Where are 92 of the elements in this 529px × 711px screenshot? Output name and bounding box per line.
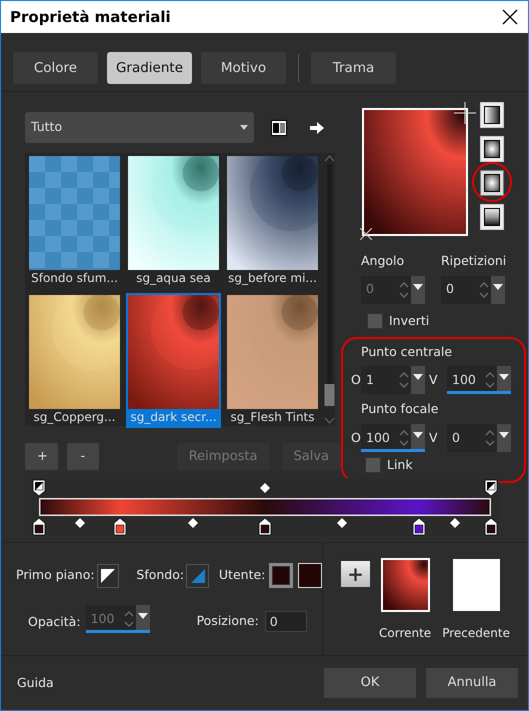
tab[interactable]: Trama — [311, 52, 396, 84]
gradient-type-button[interactable] — [480, 102, 504, 128]
number-field[interactable]: 100 — [447, 366, 483, 394]
swatch-label: Precedente — [442, 625, 510, 642]
midpoint-marker[interactable] — [450, 518, 460, 528]
color-stop[interactable] — [258, 517, 272, 536]
caret-icon — [413, 374, 423, 380]
list-icon[interactable] — [271, 120, 287, 136]
number-field[interactable]: 0 — [447, 424, 483, 452]
caret-icon — [493, 284, 503, 290]
opacity-stop[interactable] — [32, 479, 46, 497]
axis-label: O — [351, 371, 361, 390]
background-swatch[interactable] — [186, 564, 209, 588]
color-swatch[interactable] — [272, 566, 290, 585]
spin-arrows-icon[interactable] — [122, 605, 136, 633]
category-dropdown[interactable]: Tutto — [25, 112, 254, 143]
color-stop[interactable] — [32, 517, 46, 536]
gradient-type-button[interactable] — [480, 136, 504, 162]
caret-icon — [499, 432, 509, 438]
number-field[interactable]: 100 — [361, 424, 397, 452]
gallery-item[interactable]: sg_Flesh Tints — [225, 293, 320, 428]
caret-icon — [138, 613, 148, 619]
gradient-bar[interactable] — [39, 498, 491, 516]
axis-label: V — [429, 429, 439, 447]
caret-icon — [413, 284, 423, 290]
caret-icon — [499, 374, 509, 380]
dropdown-button[interactable] — [497, 366, 511, 394]
section-label: Punto focale — [361, 400, 440, 418]
dropdown-button[interactable] — [411, 366, 425, 394]
field-label: Utente: — [218, 566, 266, 584]
tab[interactable]: Colore — [13, 52, 98, 84]
gradient-type-button[interactable] — [480, 170, 504, 196]
dialog-button[interactable]: OK — [324, 668, 416, 698]
dropdown-button[interactable] — [136, 605, 150, 633]
field-label: Ripetizioni — [441, 252, 506, 270]
triangle-icon — [190, 568, 204, 582]
gallery-item[interactable]: sg_aqua sea — [126, 154, 221, 289]
dropdown-button[interactable] — [497, 424, 511, 452]
color-stop[interactable] — [484, 517, 498, 536]
field-label: Angolo — [361, 252, 406, 270]
tab[interactable]: Gradiente — [107, 52, 192, 84]
opacity-stop[interactable] — [484, 479, 498, 497]
midpoint-marker[interactable] — [74, 518, 85, 528]
color-stop[interactable] — [113, 517, 128, 536]
scroll-up-icon[interactable] — [324, 154, 335, 162]
dialog-button[interactable]: Annulla — [426, 668, 518, 698]
dropdown-button[interactable] — [411, 424, 425, 452]
foreground-swatch[interactable] — [96, 564, 120, 588]
caret-icon — [413, 432, 423, 438]
field-label: Primo piano: — [16, 566, 95, 584]
field-label: Sfondo: — [136, 566, 184, 584]
midpoint-marker[interactable] — [188, 518, 198, 528]
gallery-item[interactable]: sg_before mi... — [225, 154, 320, 289]
triangle-icon — [100, 568, 115, 582]
number-field[interactable]: 0 — [441, 276, 477, 304]
field-label: Posizione: — [196, 612, 259, 630]
gallery-item[interactable]: Sfondo sfum... — [27, 154, 122, 289]
spin-arrows-icon[interactable] — [483, 366, 497, 394]
scroll-down-icon[interactable] — [324, 417, 335, 425]
axis-label: V — [429, 371, 439, 390]
gallery-item[interactable]: sg_Copperg... — [27, 293, 122, 428]
midpoint-marker[interactable] — [260, 483, 270, 493]
material-swatch[interactable] — [452, 558, 501, 612]
position-field[interactable]: 0 — [264, 611, 307, 632]
close-icon[interactable] — [502, 9, 518, 25]
number-field[interactable]: 1 — [361, 366, 397, 394]
stop-button[interactable]: - — [67, 443, 99, 470]
field-label: Opacità: — [28, 613, 81, 631]
crosshair-icon[interactable] — [360, 228, 372, 240]
highlight-circle — [472, 162, 512, 202]
color-stop[interactable] — [412, 517, 426, 536]
help-link[interactable]: Guida — [17, 674, 54, 692]
spin-arrows-icon[interactable] — [397, 424, 411, 452]
add-button[interactable]: + — [341, 561, 370, 587]
checkbox-label[interactable]: Inverti — [389, 312, 430, 330]
dropdown-button[interactable] — [491, 276, 505, 304]
window-title: Proprietà materiali — [10, 6, 171, 28]
material-swatch[interactable] — [380, 558, 430, 612]
axis-label: O — [351, 429, 361, 447]
midpoint-marker[interactable] — [336, 518, 347, 528]
gradient-type-button[interactable] — [480, 204, 504, 230]
tab[interactable]: Motivo — [201, 52, 286, 84]
stop-button[interactable]: + — [25, 443, 58, 470]
crosshair-icon[interactable] — [454, 102, 476, 124]
section-label: Punto centrale — [361, 342, 454, 360]
checkbox[interactable] — [365, 457, 381, 474]
checkbox-label[interactable]: Link — [387, 456, 413, 475]
caret-icon — [240, 125, 248, 130]
arrow-right-icon[interactable] — [310, 122, 324, 134]
dropdown-button[interactable] — [411, 276, 425, 304]
checkbox[interactable] — [367, 313, 383, 330]
swatch-label: Corrente — [379, 625, 432, 642]
